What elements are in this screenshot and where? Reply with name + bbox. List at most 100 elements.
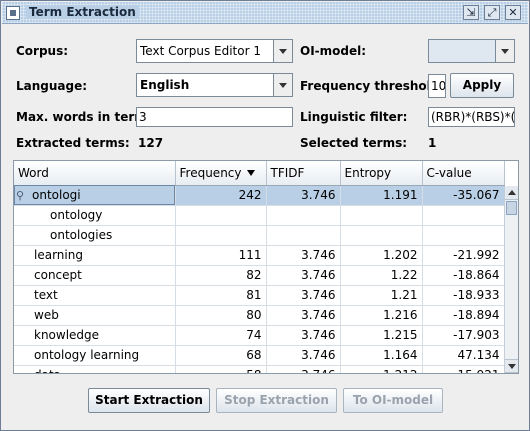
cell-cvalue: -17.903 <box>422 325 505 346</box>
table-row[interactable]: text 81 3.746 1.21 -18.933 <box>14 285 505 306</box>
table-row[interactable]: concept 82 3.746 1.22 -18.864 <box>14 265 505 286</box>
terms-table[interactable]: Word Frequency TFIDF Entropy C-value ⚲ on… <box>13 160 519 374</box>
window-title: Term Extraction <box>26 5 139 19</box>
chevron-down-icon[interactable] <box>273 74 292 96</box>
cell-frequency: 242 <box>175 185 267 206</box>
cell-tfidf: 3.746 <box>266 345 341 366</box>
cell-cvalue: 47.134 <box>422 345 505 366</box>
window-icon <box>6 6 20 20</box>
corpus-label: Corpus: <box>16 44 69 58</box>
cell-word: learning <box>14 245 176 266</box>
cell-frequency: 81 <box>175 285 267 306</box>
cell-frequency: 82 <box>175 265 267 286</box>
cell-word: ontology learning <box>14 345 176 366</box>
maximize-button[interactable]: ⤢ <box>484 5 500 20</box>
selected-terms-label: Selected terms: <box>300 136 408 150</box>
table-row[interactable]: ontologies <box>14 225 505 246</box>
table-row[interactable]: learning 111 3.746 1.202 -21.992 <box>14 245 505 266</box>
title-bar[interactable]: Term Extraction ⇲ ⤢ ✕ <box>2 2 528 24</box>
cell-tfidf: 3.746 <box>266 245 341 266</box>
to-oi-model-button[interactable]: To OI-model <box>343 388 443 413</box>
cell-cvalue: -18.933 <box>422 285 505 306</box>
close-button[interactable]: ✕ <box>505 5 521 20</box>
cell-cvalue: -18.864 <box>422 265 505 286</box>
cell-frequency <box>175 205 267 226</box>
language-combo[interactable]: English <box>136 73 293 97</box>
table-header: Word Frequency TFIDF Entropy C-value <box>14 161 505 186</box>
cell-entropy: 1.202 <box>340 245 423 266</box>
cell-word: data <box>14 365 176 373</box>
stop-extraction-button[interactable]: Stop Extraction <box>216 388 337 413</box>
cell-word: concept <box>14 265 176 286</box>
frequency-threshold-label: Frequency threshold: <box>300 79 445 93</box>
cell-cvalue: -18.894 <box>422 305 505 326</box>
cell-entropy: 1.216 <box>340 305 423 326</box>
chevron-down-icon[interactable] <box>495 40 514 62</box>
extracted-terms-label: Extracted terms: <box>16 136 130 150</box>
language-label: Language: <box>16 79 88 93</box>
cell-frequency: 74 <box>175 325 267 346</box>
cell-cvalue <box>422 225 505 246</box>
cell-entropy: 1.215 <box>340 325 423 346</box>
cell-tfidf <box>266 205 341 226</box>
scroll-thumb[interactable] <box>506 201 517 215</box>
cell-cvalue: -15.921 <box>422 365 505 373</box>
cell-word: ⚲ ontologi <box>14 185 176 206</box>
cell-word: ontologies <box>14 225 176 246</box>
cell-frequency: 58 <box>175 365 267 373</box>
tree-expander-icon[interactable]: ⚲ <box>16 189 26 202</box>
cell-entropy: 1.191 <box>340 185 423 206</box>
column-header-label: Word <box>18 165 49 180</box>
column-header-label: C-value <box>426 165 472 180</box>
column-header-tfidf[interactable]: TFIDF <box>266 161 341 186</box>
term-extraction-window: Term Extraction ⇲ ⤢ ✕ Corpus: Text Corpu… <box>0 0 530 431</box>
scroll-up-icon[interactable] <box>505 186 518 200</box>
oi-model-combo[interactable] <box>428 39 515 63</box>
corpus-value: Text Corpus Editor 1 <box>140 44 261 58</box>
table-row[interactable]: ontology learning 68 3.746 1.164 47.134 <box>14 345 505 366</box>
iconify-button[interactable]: ⇲ <box>463 5 479 20</box>
table-row[interactable]: web 80 3.746 1.216 -18.894 <box>14 305 505 326</box>
cell-frequency: 80 <box>175 305 267 326</box>
table-row[interactable]: knowledge 74 3.746 1.215 -17.903 <box>14 325 505 346</box>
max-words-input[interactable]: 3 <box>136 107 293 127</box>
cell-tfidf <box>266 225 341 246</box>
cell-tfidf: 3.746 <box>266 305 341 326</box>
cell-text: ontologi <box>32 188 81 202</box>
column-header-entropy[interactable]: Entropy <box>340 161 423 186</box>
start-extraction-button[interactable]: Start Extraction <box>88 388 210 413</box>
cell-tfidf: 3.746 <box>266 265 341 286</box>
table-row[interactable]: data583.7461.212-15.921 <box>14 365 505 373</box>
scroll-down-icon[interactable] <box>505 359 518 373</box>
table-row[interactable]: ⚲ ontologi 242 3.746 1.191 -35.067 <box>14 185 505 206</box>
column-header-word[interactable]: Word <box>14 161 176 186</box>
linguistic-filter-input[interactable]: (RBR)*(RBS)*( <box>428 107 515 127</box>
cell-entropy <box>340 205 423 226</box>
cell-word: knowledge <box>14 325 176 346</box>
cell-frequency: 111 <box>175 245 267 266</box>
cell-entropy: 1.164 <box>340 345 423 366</box>
table-row[interactable]: ontology <box>14 205 505 226</box>
cell-tfidf: 3.746 <box>266 365 341 373</box>
column-header-cvalue[interactable]: C-value <box>422 161 505 186</box>
corpus-combo[interactable]: Text Corpus Editor 1 <box>136 39 293 63</box>
cell-tfidf: 3.746 <box>266 185 341 206</box>
cell-frequency <box>175 225 267 246</box>
cell-word: ontology <box>14 205 176 226</box>
cell-frequency: 68 <box>175 345 267 366</box>
frequency-threshold-input[interactable]: 10 <box>428 74 446 98</box>
column-header-label: TFIDF <box>270 165 305 180</box>
extracted-terms-count: 127 <box>138 136 164 150</box>
column-header-label: Entropy <box>344 165 392 180</box>
apply-button[interactable]: Apply <box>450 73 514 98</box>
cell-entropy: 1.212 <box>340 365 423 373</box>
column-header-label: Frequency <box>179 165 242 180</box>
chevron-down-icon[interactable] <box>273 40 292 62</box>
cell-entropy: 1.22 <box>340 265 423 286</box>
linguistic-filter-label: Linguistic filter: <box>300 110 408 124</box>
cell-word: web <box>14 305 176 326</box>
vertical-scrollbar[interactable] <box>504 186 518 373</box>
cell-word: text <box>14 285 176 306</box>
column-header-frequency[interactable]: Frequency <box>175 161 267 186</box>
cell-tfidf: 3.746 <box>266 285 341 306</box>
